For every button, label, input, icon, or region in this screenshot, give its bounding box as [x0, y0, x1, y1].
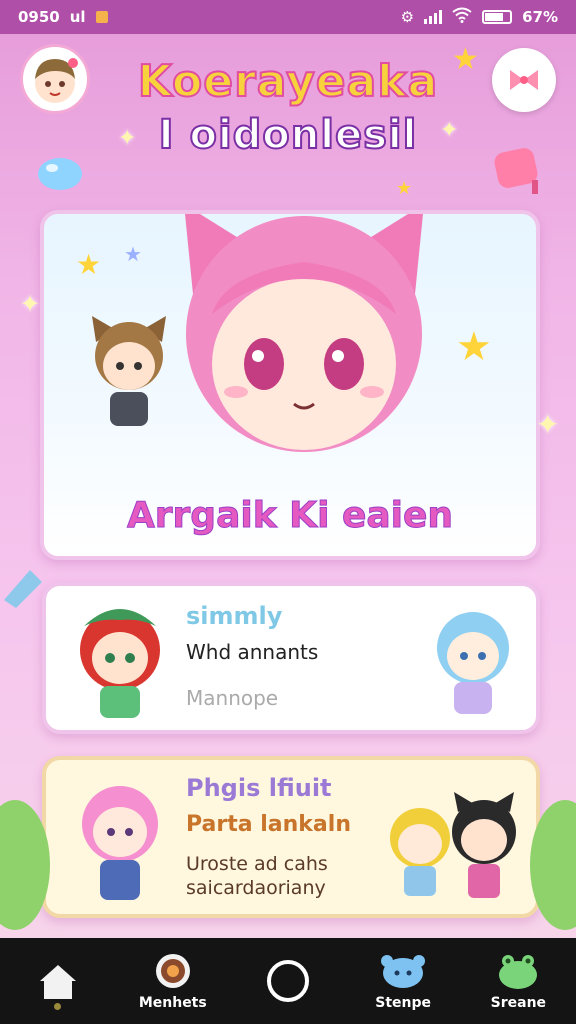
bow-menu-icon: [510, 70, 538, 90]
red-hair-girl-image: [80, 609, 160, 718]
feature-card-2[interactable]: Phgis lfiuit Parta lankaln Uroste ad cah…: [42, 756, 540, 918]
battery-text: 67%: [522, 8, 558, 26]
wifi-icon: [452, 7, 472, 27]
card-2-desc-line-2: saicardaoriany: [186, 877, 326, 899]
nav-menhets[interactable]: Menhets: [123, 938, 223, 1024]
blonde-and-black-hair-duo-image: [390, 792, 516, 898]
nav-center[interactable]: [238, 938, 338, 1024]
sparkle-icon: ✦: [20, 290, 41, 318]
home-icon: [39, 965, 76, 999]
chibi-boy-avatar-icon: [35, 58, 78, 103]
app-title: Koerayeaka: [137, 55, 439, 108]
notification-icon: [95, 11, 108, 23]
circle-icon: [266, 960, 309, 1002]
app-subtitle: I oidonlesil: [158, 111, 418, 159]
blue-candy-icon: [38, 158, 82, 190]
sparkle-icon: ✦: [118, 126, 137, 151]
nav-sreane[interactable]: Sreane: [468, 938, 568, 1024]
menu-button[interactable]: [492, 48, 556, 112]
card-2-title: Phgis lfiuit: [186, 774, 332, 802]
green-frog-icon: [499, 955, 538, 989]
hero-card[interactable]: ★ ★ ★ Arrgaik Ki eaien: [40, 210, 540, 560]
active-indicator: [54, 1003, 62, 1010]
nav-stenpe[interactable]: Stenpe: [353, 938, 453, 1024]
star-icon: ★: [456, 324, 492, 370]
signal-icon: [424, 10, 443, 24]
brown-hair-cat-boy-image: [92, 316, 166, 426]
pink-hair-cat-girl-image: [185, 214, 423, 452]
status-left: 0950 ul: [18, 8, 108, 26]
card-1-title: simmly: [186, 602, 283, 630]
card-2-description: Uroste ad cahs saicardaoriany: [186, 852, 328, 900]
pink-hair-schoolgirl-image: [82, 786, 158, 900]
star-icon: ★: [452, 42, 479, 77]
sparkle-icon: ✦: [440, 118, 459, 143]
card-2-text: Parta lankaln: [186, 812, 351, 837]
pink-candy-icon: [494, 148, 538, 194]
nav-label-sreane: Sreane: [490, 995, 547, 1011]
card-2-desc-line-1: Uroste ad cahs: [186, 853, 328, 875]
nav-label-menhets: Menhets: [138, 995, 207, 1011]
status-time: 0950: [18, 8, 60, 26]
status-bar: 0950 ul ⚙ 67%: [0, 0, 576, 34]
card-1-subtitle: Mannope: [186, 686, 279, 710]
settings-icon: ⚙: [400, 8, 415, 26]
pink-hand-decoration: [4, 570, 42, 608]
bottom-nav: Menhets Stenpe Sreane: [0, 938, 576, 1024]
star-icon: ★: [124, 242, 142, 266]
sparkle-icon: ✦: [536, 408, 560, 441]
blue-slime-icon: [381, 955, 426, 988]
nav-home[interactable]: [8, 938, 108, 1024]
ramen-icon: [155, 954, 190, 988]
card-1-text: Whd annants: [186, 640, 319, 664]
nav-label-stenpe: Stenpe: [375, 995, 432, 1011]
hero-caption: Arrgaik Ki eaien: [126, 495, 454, 537]
battery-icon: [482, 10, 513, 24]
star-icon: ★: [76, 248, 102, 281]
blue-hair-girl-image: [437, 612, 509, 714]
status-right: ⚙ 67%: [401, 7, 558, 27]
status-carrier: ul: [69, 8, 86, 26]
star-icon: ★: [396, 178, 413, 199]
feature-card-1[interactable]: simmly Whd annants Mannope: [42, 582, 540, 734]
avatar[interactable]: [20, 44, 90, 114]
